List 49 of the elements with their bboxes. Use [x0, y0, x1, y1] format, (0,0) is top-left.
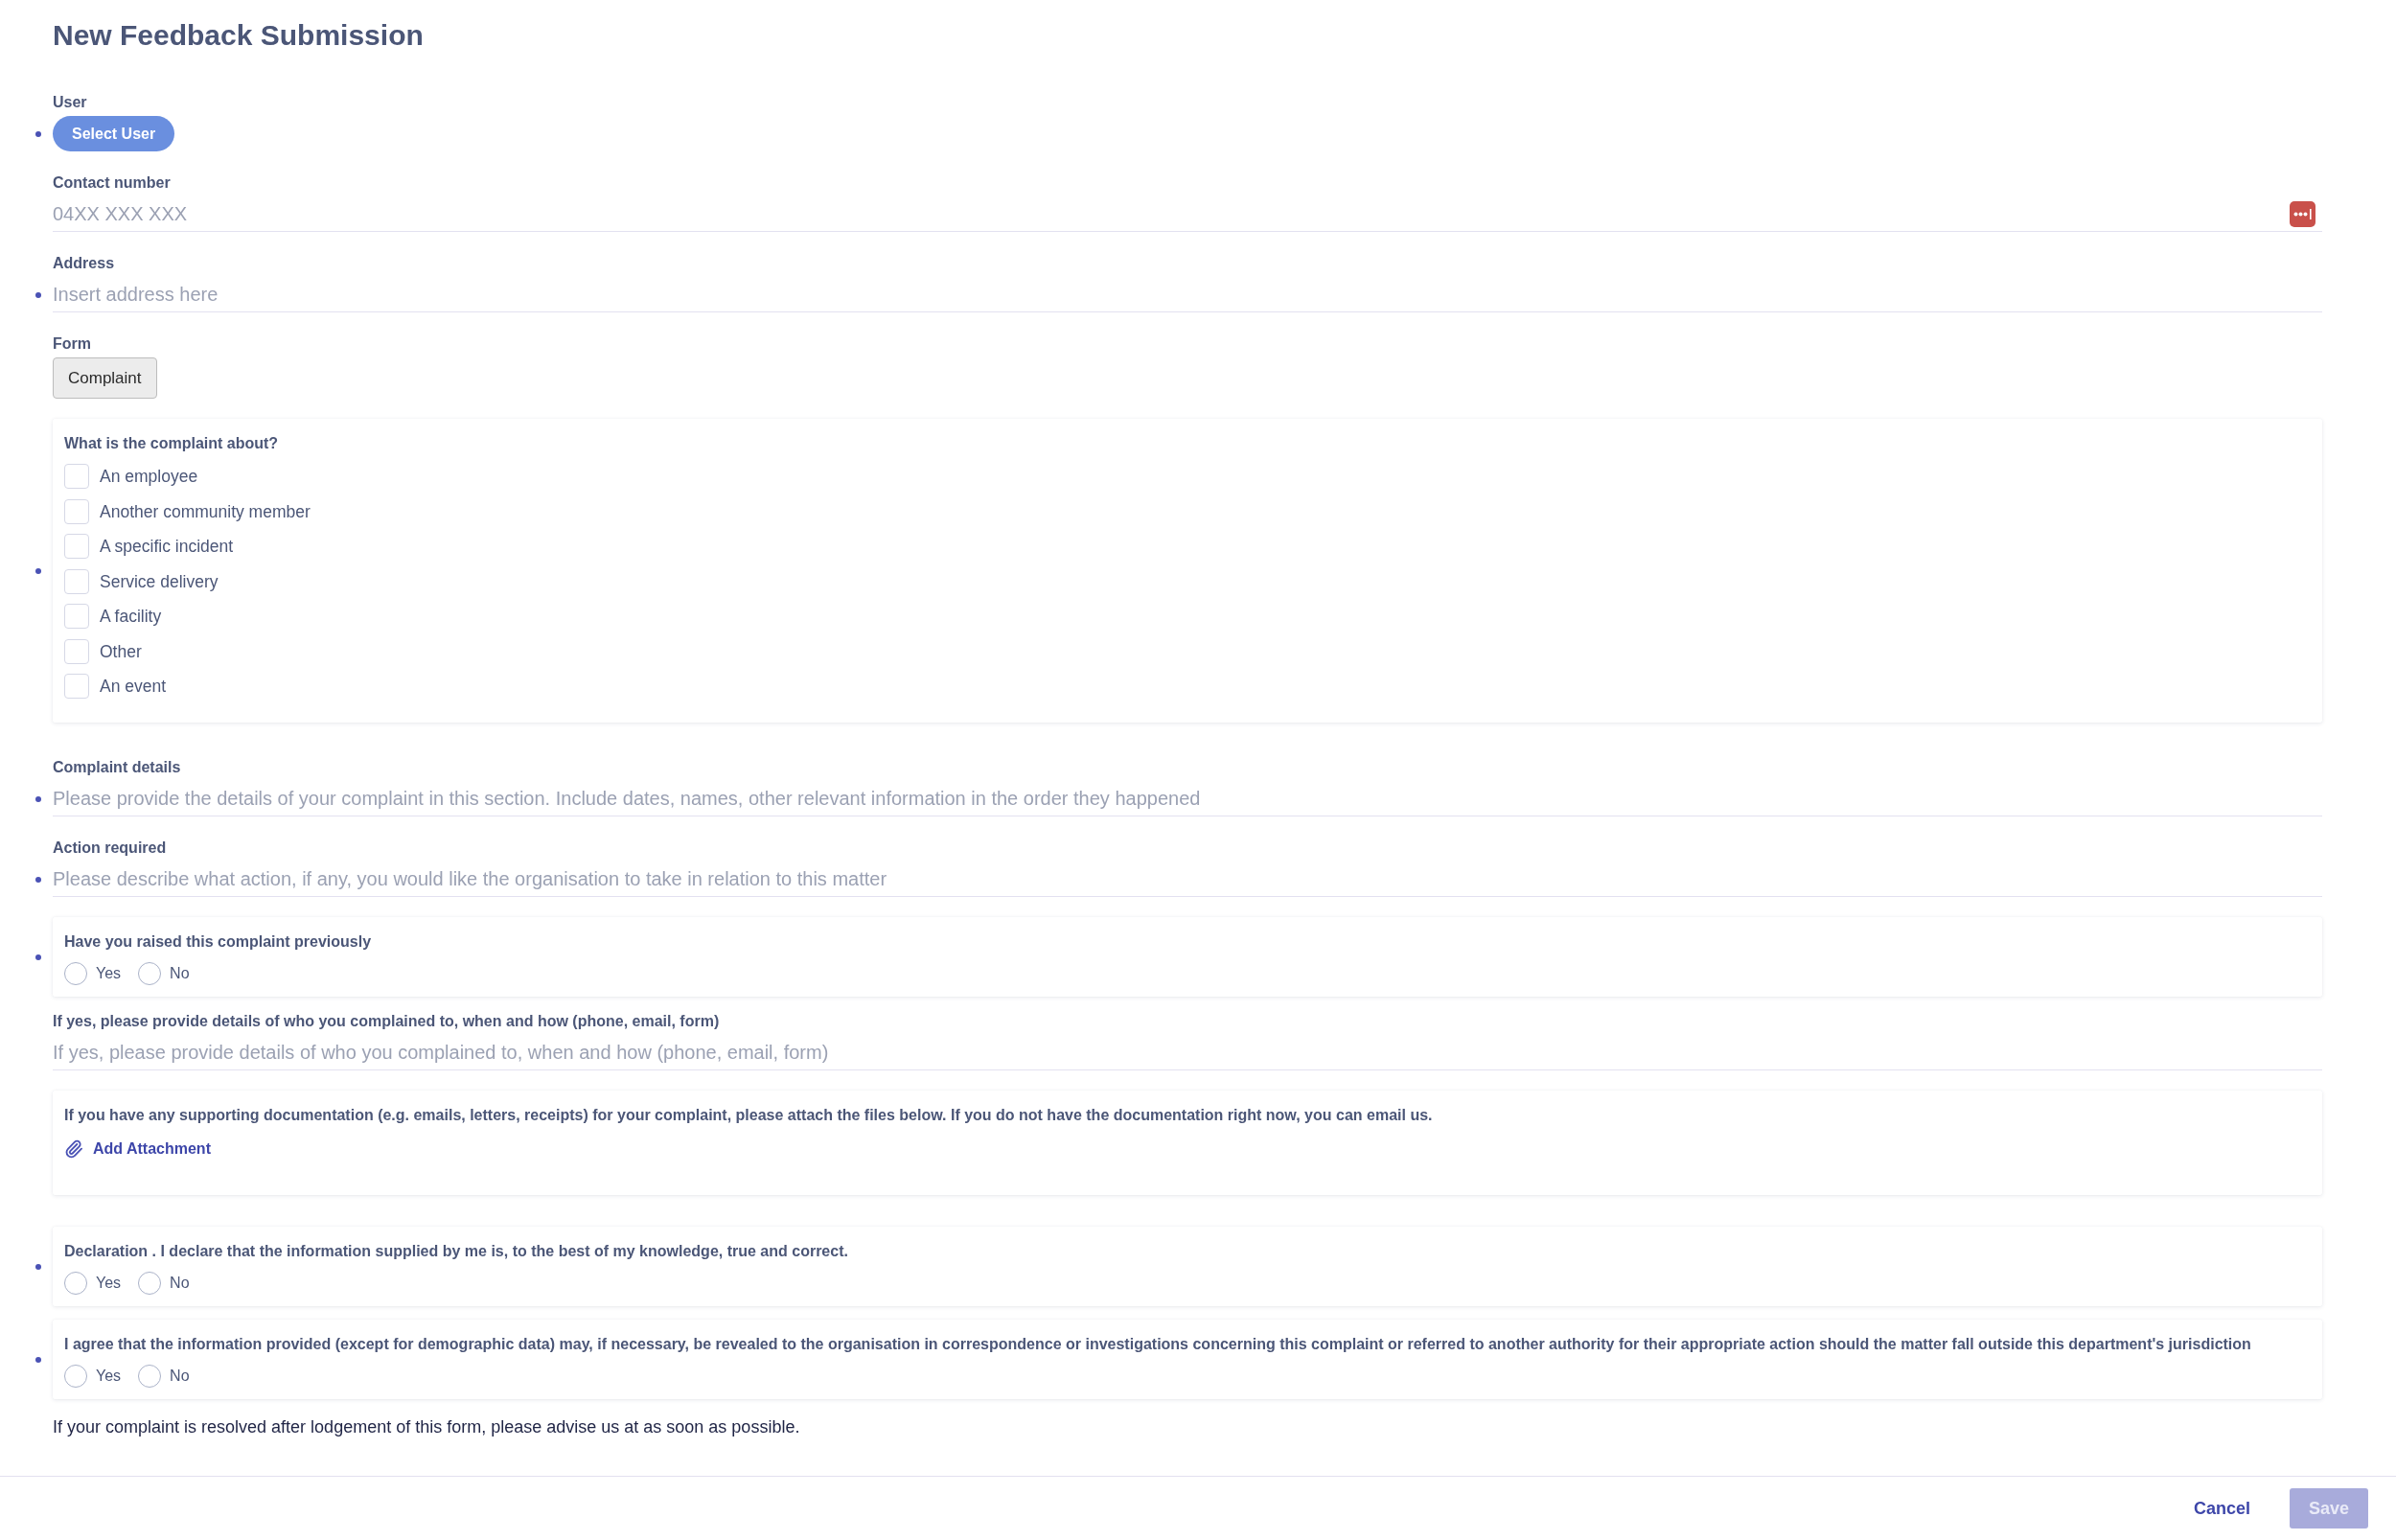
- radio-label[interactable]: No: [170, 1273, 190, 1294]
- question-text: Have you raised this complaint previously: [64, 932, 372, 952]
- field-label: Address: [53, 254, 115, 273]
- checkbox[interactable]: [64, 638, 89, 664]
- radio-label[interactable]: Yes: [96, 1273, 122, 1294]
- field-label: If yes, please provide details of who you complained to, when and how (phone, email, form): [53, 1012, 720, 1031]
- radio-button[interactable]: [138, 1272, 162, 1295]
- page-title: New Feedback Submission: [53, 18, 424, 53]
- cancel-button[interactable]: Cancel: [2193, 1488, 2250, 1529]
- radio-button[interactable]: [64, 1272, 87, 1295]
- checkbox[interactable]: [64, 674, 89, 699]
- radio-label[interactable]: No: [170, 1366, 190, 1387]
- field-label: Action required: [53, 839, 167, 858]
- radio-button[interactable]: [138, 1365, 162, 1388]
- question-text: What is the complaint about?: [64, 434, 279, 453]
- checkbox-label[interactable]: An event: [100, 676, 167, 697]
- radio-label[interactable]: No: [170, 963, 190, 984]
- radio-label[interactable]: Yes: [96, 1366, 122, 1387]
- question-text: I agree that the information provided (except for demographic data) may, if necessary, be revealed to the organisation in correspondence or investigations concerning this complaint or referred to another authority for their appropriate action should the matter fall outside this department's jurisdiction: [64, 1335, 2251, 1354]
- field-label: Form: [53, 334, 91, 354]
- checkbox[interactable]: [64, 568, 89, 594]
- field-label: Complaint details: [53, 758, 181, 777]
- checkbox-label[interactable]: Another community member: [100, 500, 311, 522]
- field-label: Contact number: [53, 173, 171, 193]
- input-field[interactable]: Please describe what action, if any, you would like the organisation to take in relation to this matter: [53, 862, 2322, 897]
- input-field[interactable]: Insert address here: [53, 277, 2322, 312]
- checkbox-label[interactable]: Service delivery: [100, 570, 219, 592]
- radio-label[interactable]: Yes: [96, 963, 122, 984]
- checkbox[interactable]: [64, 498, 89, 524]
- radio-button[interactable]: [64, 1365, 87, 1388]
- input-field[interactable]: Please provide the details of your complaint in this section. Include dates, names, other relevant information in the order they happened: [53, 781, 2322, 816]
- checkbox[interactable]: [64, 464, 89, 489]
- radio-button[interactable]: [138, 962, 162, 985]
- checkbox[interactable]: [64, 604, 89, 629]
- checkbox-label[interactable]: Other: [100, 640, 142, 662]
- dots-icon[interactable]: [2290, 201, 2315, 227]
- note-text: If your complaint is resolved after lodgement of this form, please advise us at as soon as possible.: [53, 1416, 800, 1437]
- checkbox-label[interactable]: An employee: [100, 466, 198, 487]
- paperclip-icon: [64, 1139, 83, 1159]
- checkbox-label[interactable]: A facility: [100, 606, 162, 627]
- form-type-button[interactable]: Complaint: [53, 357, 157, 399]
- checkbox-label[interactable]: A specific incident: [100, 536, 234, 557]
- add-attachment-link[interactable]: Add Attachment: [64, 1138, 211, 1161]
- instruction-text: If you have any supporting documentation (e.g. emails, letters, receipts) for your complaint, please attach the files below. If you do not have the documentation right now, you can email us.: [64, 1106, 1433, 1125]
- input-field[interactable]: If yes, please provide details of who you complained to, when and how (phone, email, form): [53, 1035, 2322, 1070]
- question-text: Declaration . I declare that the information supplied by me is, to the best of my knowledge, true and correct.: [64, 1242, 848, 1261]
- radio-button[interactable]: [64, 962, 87, 985]
- checkbox[interactable]: [64, 534, 89, 559]
- field-label: User: [53, 93, 87, 112]
